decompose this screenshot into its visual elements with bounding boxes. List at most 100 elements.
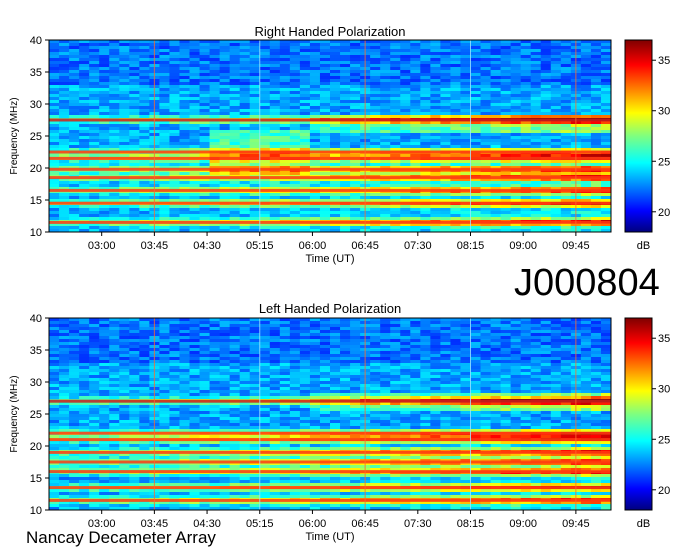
spectrogram-cell (179, 103, 189, 106)
spectrogram-cell (450, 318, 460, 321)
spectrogram-cell (551, 82, 561, 85)
spectrogram-cell (410, 82, 420, 85)
spectrogram-cell (410, 384, 420, 387)
spectrogram-cell (601, 145, 611, 148)
spectrogram-cell (501, 208, 511, 211)
spectrogram-cell (340, 130, 350, 133)
spectrogram-cell (481, 94, 491, 97)
spectrogram-cell (521, 384, 531, 387)
spectrogram-cell (179, 100, 189, 103)
spectrogram-cell (49, 49, 59, 52)
spectrogram-cell (400, 145, 410, 148)
spectrogram-cell (240, 342, 250, 345)
spectrogram-cell (340, 363, 350, 366)
spectrogram-cell (420, 85, 430, 88)
spectrogram-cell (511, 330, 521, 333)
spectrogram-cell (179, 354, 189, 357)
spectrogram-cell (430, 124, 440, 127)
spectrogram-cell (420, 142, 430, 145)
spectrogram-cell (501, 154, 511, 157)
spectrogram-cell (250, 130, 260, 133)
spectrogram-cell (89, 121, 99, 124)
spectrogram-cell (501, 124, 511, 127)
spectrogram-cell (49, 324, 59, 327)
spectrogram-cell (200, 154, 210, 157)
spectrogram-cell (220, 387, 230, 390)
spectrogram-cell (340, 121, 350, 124)
spectrogram-cell (501, 100, 511, 103)
spectrogram-cell (280, 387, 290, 390)
spectrogram-cell (591, 61, 601, 64)
spectrogram-cell (220, 172, 230, 175)
spectrogram-cell (420, 196, 430, 199)
spectrogram-cell (440, 145, 450, 148)
spectrogram-cell (69, 133, 79, 136)
spectrogram-cell (481, 330, 491, 333)
spectrogram-cell (531, 127, 541, 130)
spectrogram-cell (380, 160, 390, 163)
spectrogram-cell (79, 100, 89, 103)
spectrogram-cell (491, 172, 501, 175)
spectrogram-cell (420, 226, 430, 229)
spectrogram-cell (591, 97, 601, 100)
spectrogram-cell (89, 142, 99, 145)
spectrogram-cell (501, 46, 511, 49)
spectrogram-cell (541, 354, 551, 357)
spectrogram-cell (491, 336, 501, 339)
spectrogram-cell (310, 58, 320, 61)
spectrogram-cell (551, 73, 561, 76)
spectrogram-cell (99, 64, 109, 67)
spectrogram-cell (430, 217, 440, 220)
spectrogram-cell (400, 217, 410, 220)
spectrogram-cell (270, 348, 280, 351)
spectrogram-cell (230, 321, 240, 324)
spectrogram-cell (430, 205, 440, 208)
spectrogram-cell (260, 52, 270, 55)
spectrogram-cell (159, 342, 169, 345)
spectrogram-cell (460, 115, 470, 118)
spectrogram-cell (501, 133, 511, 136)
spectrogram-cell (390, 211, 400, 214)
spectrogram-cell (491, 46, 501, 49)
spectrogram-cell (119, 196, 129, 199)
spectrogram-cell (310, 324, 320, 327)
spectrogram-cell (119, 124, 129, 127)
spectrogram-cell (380, 82, 390, 85)
spectrogram-cell (300, 139, 310, 142)
spectrogram-cell (460, 67, 470, 70)
colorbar-tick-label: 30 (658, 106, 670, 118)
spectrogram-cell (521, 79, 531, 82)
spectrogram-cell (380, 318, 390, 321)
spectrogram-cell (420, 324, 430, 327)
spectrogram-cell (390, 366, 400, 369)
spectrogram-cell (440, 76, 450, 79)
spectrogram-cell (169, 345, 179, 348)
spectrogram-cell (541, 160, 551, 163)
spectrogram-cell (440, 121, 450, 124)
spectrogram-cell (521, 61, 531, 64)
spectrogram-cell (119, 384, 129, 387)
spectrogram-cell (481, 163, 491, 166)
spectrogram-cell (119, 351, 129, 354)
spectrogram-cell (370, 46, 380, 49)
spectrogram-cell (511, 205, 521, 208)
spectrogram-cell (179, 55, 189, 58)
spectrogram-cell (581, 324, 591, 327)
spectrogram-cell (89, 94, 99, 97)
spectrogram-cell (89, 172, 99, 175)
spectrogram-cell (390, 64, 400, 67)
spectrogram-cell (159, 130, 169, 133)
spectrogram-cell (471, 184, 481, 187)
spectrogram-cell (109, 163, 119, 166)
spectrogram-cell (541, 55, 551, 58)
spectrogram-cell (270, 214, 280, 217)
spectrogram-cell (49, 106, 59, 109)
spectrogram-cell (270, 109, 280, 112)
spectrogram-cell (300, 160, 310, 163)
spectrogram-cell (531, 357, 541, 360)
spectrogram-cell (370, 52, 380, 55)
spectrogram-cell (190, 40, 200, 43)
spectrogram-cell (440, 378, 450, 381)
spectrogram-cell (129, 124, 139, 127)
spectrogram-cell (350, 52, 360, 55)
